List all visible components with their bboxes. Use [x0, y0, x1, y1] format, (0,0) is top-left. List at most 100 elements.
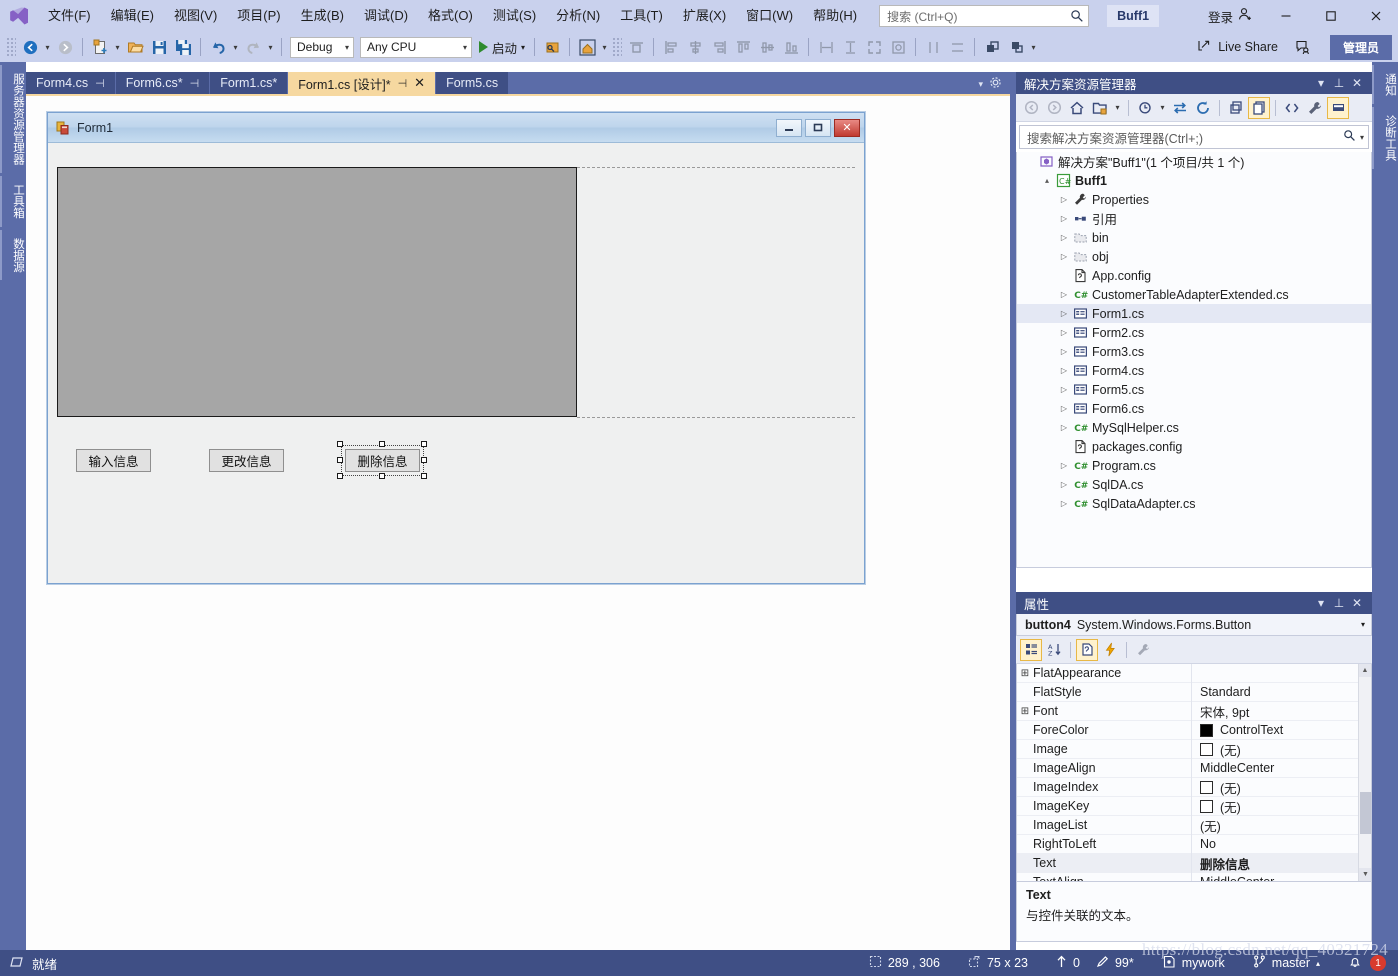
- save-icon[interactable]: [147, 35, 171, 59]
- solution-tree[interactable]: 解决方案"Buff1"(1 个项目/共 1 个) ▴ C# Buff1 ▷ Propert…: [1016, 152, 1372, 568]
- scrollbar-thumb[interactable]: [1360, 792, 1371, 834]
- tree-item-form3.cs[interactable]: ▷ Form3.cs: [1017, 342, 1371, 361]
- menu-file[interactable]: 文件(F): [38, 0, 101, 32]
- tab-form6-cs[interactable]: Form6.cs* ⊣: [115, 72, 211, 94]
- tree-item-form5.cs[interactable]: ▷ Form5.cs: [1017, 380, 1371, 399]
- chevron-collapsed-icon[interactable]: ▷: [1057, 480, 1071, 489]
- new-item-dropdown[interactable]: ▾: [112, 35, 123, 59]
- redo-icon[interactable]: [241, 35, 265, 59]
- save-all-icon[interactable]: [171, 35, 195, 59]
- align-bottoms-icon[interactable]: [779, 35, 803, 59]
- expand-plus-icon[interactable]: ⊞: [1017, 706, 1033, 717]
- chevron-collapsed-icon[interactable]: ▷: [1057, 233, 1071, 242]
- property-value-cell[interactable]: (无): [1191, 739, 1371, 759]
- menu-window[interactable]: 窗口(W): [736, 0, 803, 32]
- property-value-cell[interactable]: (无): [1191, 796, 1371, 816]
- chevron-collapsed-icon[interactable]: ▷: [1057, 499, 1071, 508]
- tab-form4-cs[interactable]: Form4.cs ⊣: [26, 72, 116, 94]
- form-client-area[interactable]: 输入信息 更改信息 删除信息: [48, 143, 864, 583]
- sync-with-active-icon[interactable]: [1169, 97, 1191, 119]
- tree-item-app.config[interactable]: App.config: [1017, 266, 1371, 285]
- chevron-collapsed-icon[interactable]: ▷: [1057, 290, 1071, 299]
- tree-item-form2.cs[interactable]: ▷ Form2.cs: [1017, 323, 1371, 342]
- forward-icon[interactable]: [1043, 97, 1065, 119]
- sign-in-button[interactable]: 登录: [1198, 7, 1263, 26]
- scroll-up-arrow-icon[interactable]: ▲: [1359, 664, 1371, 677]
- tree-item-obj[interactable]: ▷ obj: [1017, 247, 1371, 266]
- refresh-icon[interactable]: [1192, 97, 1214, 119]
- chevron-collapsed-icon[interactable]: ▷: [1057, 404, 1071, 413]
- resize-handle-n[interactable]: [379, 441, 385, 447]
- pin-icon[interactable]: ⊣: [95, 77, 105, 90]
- property-row-imageindex[interactable]: ImageIndex (无): [1017, 777, 1371, 797]
- chevron-down-icon[interactable]: ▾: [1312, 76, 1330, 90]
- status-branch[interactable]: master ▴: [1239, 950, 1334, 976]
- resize-handle-w[interactable]: [337, 457, 343, 463]
- status-repository[interactable]: mywork: [1148, 950, 1239, 976]
- chevron-collapsed-icon[interactable]: ▷: [1057, 461, 1071, 470]
- property-row-image[interactable]: Image (无): [1017, 739, 1371, 759]
- navigate-forward-icon[interactable]: [53, 35, 77, 59]
- menu-project[interactable]: 项目(P): [227, 0, 290, 32]
- tab-form1-cs[interactable]: Form1.cs*: [210, 72, 289, 94]
- chevron-collapsed-icon[interactable]: ▷: [1057, 328, 1071, 337]
- pending-changes-icon[interactable]: [1134, 97, 1156, 119]
- property-value-cell[interactable]: 删除信息: [1191, 853, 1371, 873]
- close-icon[interactable]: ✕: [1348, 596, 1366, 610]
- tree-item-buff1[interactable]: ▴ C# Buff1: [1017, 171, 1371, 190]
- property-grid-scrollbar[interactable]: ▲ ▼: [1358, 664, 1371, 881]
- solution-platform-combo[interactable]: Any CPU ▾: [360, 36, 472, 58]
- chevron-collapsed-icon[interactable]: ▷: [1057, 423, 1071, 432]
- solution-explorer-search-input[interactable]: 搜索解决方案资源管理器(Ctrl+;) ▾: [1019, 125, 1369, 149]
- navigate-backward-dropdown[interactable]: ▾: [42, 35, 53, 59]
- property-value-cell[interactable]: 宋体, 9pt: [1191, 701, 1371, 721]
- tree-item--buff1-1-1-[interactable]: 解决方案"Buff1"(1 个项目/共 1 个): [1017, 152, 1371, 171]
- property-value-cell[interactable]: ControlText: [1191, 720, 1371, 740]
- sidebar-tab-data-sources[interactable]: 数据源: [0, 229, 26, 280]
- preview-pane-icon[interactable]: [1327, 96, 1349, 119]
- expand-plus-icon[interactable]: ⊞: [1017, 668, 1033, 679]
- property-row-forecolor[interactable]: ForeColor ControlText: [1017, 720, 1371, 740]
- chevron-down-icon[interactable]: ▾: [1360, 133, 1364, 142]
- align-middles-icon[interactable]: [755, 35, 779, 59]
- resize-handle-s[interactable]: [379, 473, 385, 479]
- alphabetical-icon[interactable]: AZ: [1043, 639, 1065, 661]
- menu-edit[interactable]: 编辑(E): [101, 0, 164, 32]
- feedback-icon[interactable]: [1288, 35, 1318, 59]
- property-row-text[interactable]: Text 删除信息: [1017, 853, 1371, 873]
- chevron-expanded-icon[interactable]: ▴: [1040, 176, 1054, 185]
- preview-form-dropdown[interactable]: ▾: [599, 35, 610, 59]
- solution-configuration-combo[interactable]: Debug ▾: [290, 36, 354, 58]
- menu-test[interactable]: 测试(S): [483, 0, 546, 32]
- undo-dropdown[interactable]: ▾: [230, 35, 241, 59]
- make-same-height-icon[interactable]: [838, 35, 862, 59]
- pin-icon[interactable]: ⊥: [1330, 76, 1348, 90]
- live-share-button[interactable]: Live Share: [1189, 35, 1286, 59]
- sidebar-tab-server-explorer[interactable]: 服务器资源管理器: [0, 65, 26, 173]
- size-to-grid-icon[interactable]: [862, 35, 886, 59]
- property-value-cell[interactable]: MiddleCenter: [1191, 758, 1371, 778]
- chevron-collapsed-icon[interactable]: ▷: [1057, 214, 1071, 223]
- status-outgoing-commits[interactable]: 0: [1042, 950, 1088, 976]
- tree-item-form6.cs[interactable]: ▷ Form6.cs: [1017, 399, 1371, 418]
- resize-handle-nw[interactable]: [337, 441, 343, 447]
- show-all-files-icon[interactable]: [1248, 96, 1270, 119]
- menu-help[interactable]: 帮助(H): [803, 0, 867, 32]
- chevron-down-icon[interactable]: ▾: [1112, 96, 1123, 120]
- menu-view[interactable]: 视图(V): [164, 0, 227, 32]
- tree-item-properties[interactable]: ▷ Properties: [1017, 190, 1371, 209]
- pin-icon[interactable]: ⊣: [190, 77, 200, 90]
- bring-to-front-icon[interactable]: [980, 35, 1004, 59]
- status-notifications[interactable]: 1: [1334, 950, 1398, 976]
- designed-form[interactable]: Form1 ✕ 输入信息 更改信息 删除信息: [47, 112, 865, 584]
- collapse-all-icon[interactable]: [1225, 97, 1247, 119]
- undo-icon[interactable]: [206, 35, 230, 59]
- tree-item-form4.cs[interactable]: ▷ Form4.cs: [1017, 361, 1371, 380]
- property-row-textalign[interactable]: TextAlign MiddleCenter: [1017, 872, 1371, 881]
- menu-tools[interactable]: 工具(T): [610, 0, 673, 32]
- resize-handle-ne[interactable]: [421, 441, 427, 447]
- center-horizontally-icon[interactable]: [921, 35, 945, 59]
- properties-object-selector[interactable]: button4 System.Windows.Forms.Button ▾: [1016, 614, 1372, 636]
- properties-page-icon[interactable]: [1076, 638, 1098, 661]
- toolbar-overflow-button[interactable]: ▾: [1028, 35, 1039, 59]
